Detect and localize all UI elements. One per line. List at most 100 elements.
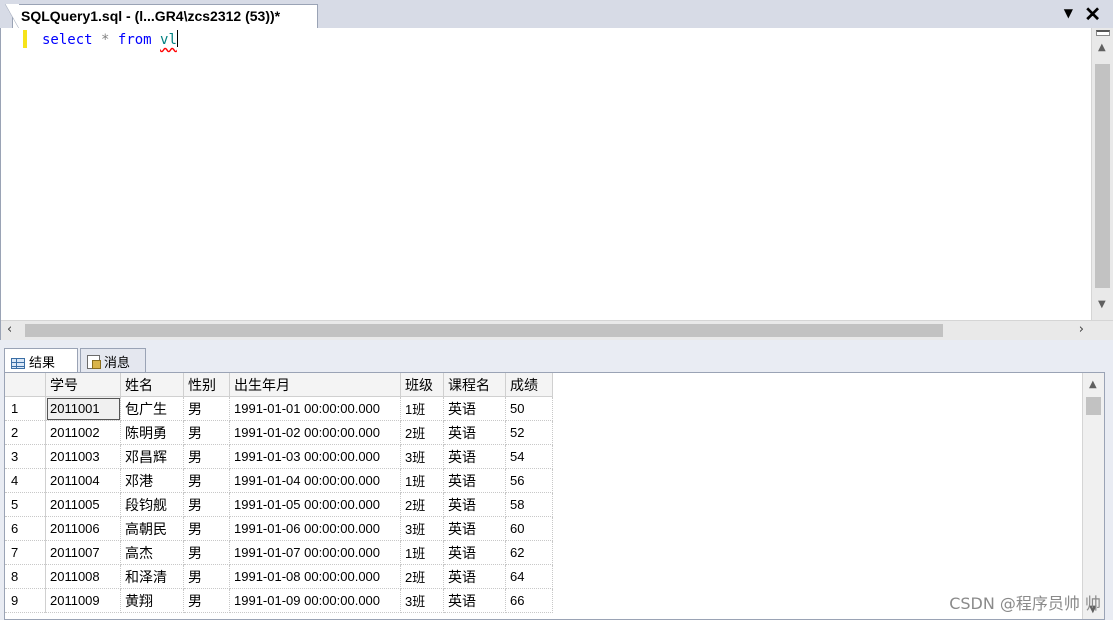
column-header-name[interactable]: 姓名 xyxy=(120,373,184,397)
tab-sqlquery1[interactable]: SQLQuery1.sql - (l...GR4\zcs2312 (53))* xyxy=(5,4,318,29)
splitter-handle[interactable] xyxy=(1096,30,1110,36)
gender-cell[interactable]: 男 xyxy=(183,468,230,493)
column-header-rownum[interactable] xyxy=(5,373,46,397)
score-cell[interactable]: 62 xyxy=(505,540,553,565)
scroll-thumb[interactable] xyxy=(25,324,943,337)
birthdate-cell[interactable]: 1991-01-06 00:00:00.000 xyxy=(229,516,401,541)
scroll-left-icon[interactable]: ‹ xyxy=(7,322,12,337)
birthdate-cell[interactable]: 1991-01-04 00:00:00.000 xyxy=(229,468,401,493)
name-cell[interactable]: 和泽清 xyxy=(120,564,184,589)
course-cell[interactable]: 英语 xyxy=(443,396,506,421)
row-number[interactable]: 9 xyxy=(5,588,46,613)
name-cell[interactable]: 高杰 xyxy=(120,540,184,565)
student-id-cell[interactable]: 2011006 xyxy=(45,516,121,541)
name-cell[interactable]: 包广生 xyxy=(120,396,184,421)
class-cell[interactable]: 1班 xyxy=(400,468,444,493)
row-number[interactable]: 6 xyxy=(5,516,46,541)
course-cell[interactable]: 英语 xyxy=(443,468,506,493)
student-id-cell[interactable]: 2011005 xyxy=(45,492,121,517)
tab-messages[interactable]: 消息 xyxy=(80,348,146,372)
table-row[interactable]: 3 2011003 邓昌辉男 1991-01-03 00:00:00.000 3班 英语 5… xyxy=(5,444,553,469)
scroll-down-icon[interactable]: ▼ xyxy=(1098,299,1106,310)
scroll-thumb[interactable] xyxy=(1095,64,1110,288)
birthdate-cell[interactable]: 1991-01-09 00:00:00.000 xyxy=(229,588,401,613)
table-row[interactable]: 4 2011004 邓港男 1991-01-04 00:00:00.000 1班 英语 56 xyxy=(5,468,553,493)
score-cell[interactable]: 50 xyxy=(505,396,553,421)
column-header-id[interactable]: 学号 xyxy=(45,373,121,397)
results-grid[interactable]: 学号 姓名 性别 出生年月 班级 课程名 成绩 1 2011001 包广生男 1991… xyxy=(4,372,1105,620)
results-vertical-scrollbar[interactable]: ▲ ▼ xyxy=(1082,373,1104,619)
table-row[interactable]: 6 2011006 高朝民男 1991-01-06 00:00:00.000 3班 英语 6… xyxy=(5,516,553,541)
editor-vertical-scrollbar[interactable]: ▲ ▼ xyxy=(1091,28,1113,320)
table-row[interactable]: 1 2011001 包广生男 1991-01-01 00:00:00.000 1班 英语 5… xyxy=(5,396,553,421)
row-number[interactable]: 7 xyxy=(5,540,46,565)
student-id-cell[interactable]: 2011001 xyxy=(45,396,121,421)
class-cell[interactable]: 1班 xyxy=(400,540,444,565)
row-number[interactable]: 3 xyxy=(5,444,46,469)
score-cell[interactable]: 66 xyxy=(505,588,553,613)
gender-cell[interactable]: 男 xyxy=(183,516,230,541)
row-number[interactable]: 1 xyxy=(5,396,46,421)
class-cell[interactable]: 3班 xyxy=(400,588,444,613)
birthdate-cell[interactable]: 1991-01-05 00:00:00.000 xyxy=(229,492,401,517)
birthdate-cell[interactable]: 1991-01-08 00:00:00.000 xyxy=(229,564,401,589)
score-cell[interactable]: 56 xyxy=(505,468,553,493)
class-cell[interactable]: 3班 xyxy=(400,444,444,469)
course-cell[interactable]: 英语 xyxy=(443,444,506,469)
row-number[interactable]: 8 xyxy=(5,564,46,589)
score-cell[interactable]: 64 xyxy=(505,564,553,589)
scroll-thumb[interactable] xyxy=(1086,397,1101,415)
table-row[interactable]: 5 2011005 段钧舰男 1991-01-05 00:00:00.000 2班 英语 5… xyxy=(5,492,553,517)
name-cell[interactable]: 黄翔 xyxy=(120,588,184,613)
name-cell[interactable]: 邓昌辉 xyxy=(120,444,184,469)
score-cell[interactable]: 54 xyxy=(505,444,553,469)
student-id-cell[interactable]: 2011008 xyxy=(45,564,121,589)
gender-cell[interactable]: 男 xyxy=(183,588,230,613)
scroll-up-icon[interactable]: ▲ xyxy=(1098,42,1106,53)
student-id-cell[interactable]: 2011003 xyxy=(45,444,121,469)
student-id-cell[interactable]: 2011004 xyxy=(45,468,121,493)
class-cell[interactable]: 1班 xyxy=(400,396,444,421)
scroll-right-icon[interactable]: › xyxy=(1079,322,1084,337)
birthdate-cell[interactable]: 1991-01-03 00:00:00.000 xyxy=(229,444,401,469)
course-cell[interactable]: 英语 xyxy=(443,516,506,541)
class-cell[interactable]: 3班 xyxy=(400,516,444,541)
birthdate-cell[interactable]: 1991-01-01 00:00:00.000 xyxy=(229,396,401,421)
gender-cell[interactable]: 男 xyxy=(183,564,230,589)
course-cell[interactable]: 英语 xyxy=(443,540,506,565)
student-id-cell[interactable]: 2011009 xyxy=(45,588,121,613)
column-header-score[interactable]: 成绩 xyxy=(505,373,553,397)
class-cell[interactable]: 2班 xyxy=(400,420,444,445)
column-header-class[interactable]: 班级 xyxy=(400,373,444,397)
column-header-gender[interactable]: 性别 xyxy=(183,373,230,397)
chevron-down-icon[interactable]: ▼ xyxy=(1064,6,1073,20)
tab-results[interactable]: 结果 xyxy=(4,348,78,372)
name-cell[interactable]: 高朝民 xyxy=(120,516,184,541)
class-cell[interactable]: 2班 xyxy=(400,492,444,517)
query-editor[interactable]: select * from vl ▲ ▼ ‹ › xyxy=(0,28,1113,340)
score-cell[interactable]: 60 xyxy=(505,516,553,541)
birthdate-cell[interactable]: 1991-01-07 00:00:00.000 xyxy=(229,540,401,565)
row-number[interactable]: 5 xyxy=(5,492,46,517)
table-row[interactable]: 8 2011008 和泽清男 1991-01-08 00:00:00.000 2班 英语 6… xyxy=(5,564,553,589)
row-number[interactable]: 4 xyxy=(5,468,46,493)
course-cell[interactable]: 英语 xyxy=(443,564,506,589)
close-icon[interactable]: ✕ xyxy=(1084,2,1101,27)
scroll-up-icon[interactable]: ▲ xyxy=(1089,379,1097,390)
class-cell[interactable]: 2班 xyxy=(400,564,444,589)
name-cell[interactable]: 段钧舰 xyxy=(120,492,184,517)
gender-cell[interactable]: 男 xyxy=(183,420,230,445)
course-cell[interactable]: 英语 xyxy=(443,588,506,613)
column-header-course[interactable]: 课程名 xyxy=(443,373,506,397)
score-cell[interactable]: 52 xyxy=(505,420,553,445)
birthdate-cell[interactable]: 1991-01-02 00:00:00.000 xyxy=(229,420,401,445)
student-id-cell[interactable]: 2011007 xyxy=(45,540,121,565)
gender-cell[interactable]: 男 xyxy=(183,492,230,517)
score-cell[interactable]: 58 xyxy=(505,492,553,517)
student-id-cell[interactable]: 2011002 xyxy=(45,420,121,445)
code-line-1[interactable]: select * from vl xyxy=(42,30,178,48)
gender-cell[interactable]: 男 xyxy=(183,444,230,469)
table-row[interactable]: 7 2011007 高杰男 1991-01-07 00:00:00.000 1班 英语 62 xyxy=(5,540,553,565)
name-cell[interactable]: 邓港 xyxy=(120,468,184,493)
name-cell[interactable]: 陈明勇 xyxy=(120,420,184,445)
